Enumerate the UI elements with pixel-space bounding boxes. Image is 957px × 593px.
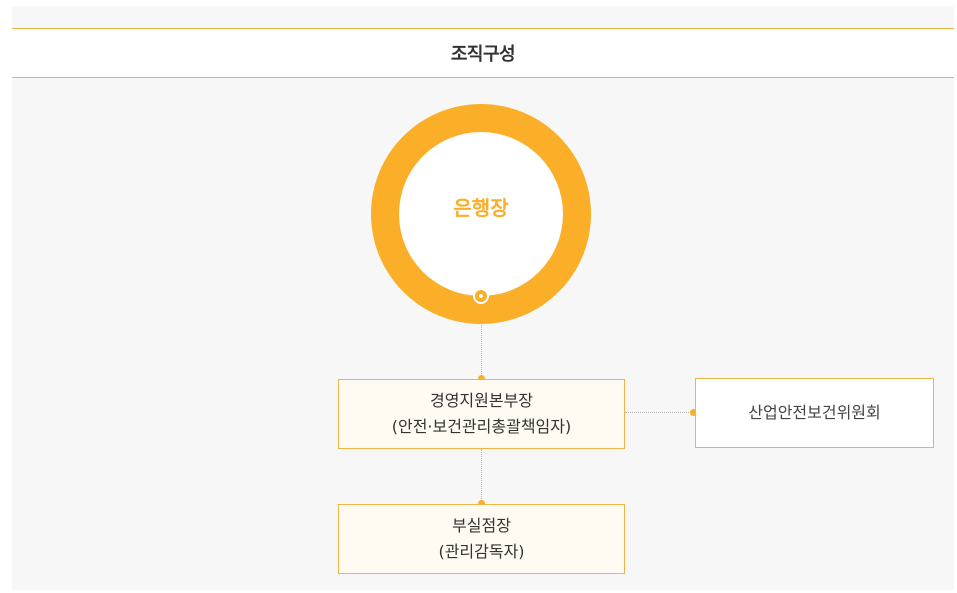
- committee-box: 산업안전보건위원회: [695, 378, 934, 448]
- manager-title: 부실점장: [452, 516, 511, 535]
- director-role: (안전·보건관리총괄책임자): [391, 417, 572, 436]
- head-node-label: 은행장: [453, 195, 509, 220]
- section-title: 조직구성: [450, 44, 516, 65]
- director-title: 경영지원본부장: [429, 391, 534, 410]
- section-title-bar: 조직구성: [12, 28, 954, 78]
- manager-box: 부실점장 (관리감독자): [338, 504, 625, 574]
- head-connector-dot: [473, 288, 489, 304]
- connector-director-to-manager: [481, 449, 482, 503]
- manager-role: (관리감독자): [438, 542, 525, 561]
- committee-label: 산업안전보건위원회: [748, 403, 881, 422]
- connector-director-to-committee: [625, 412, 695, 413]
- head-node-circle: 은행장: [399, 132, 563, 296]
- connector-head-to-director: [481, 304, 482, 378]
- director-box: 경영지원본부장 (안전·보건관리총괄책임자): [338, 379, 625, 449]
